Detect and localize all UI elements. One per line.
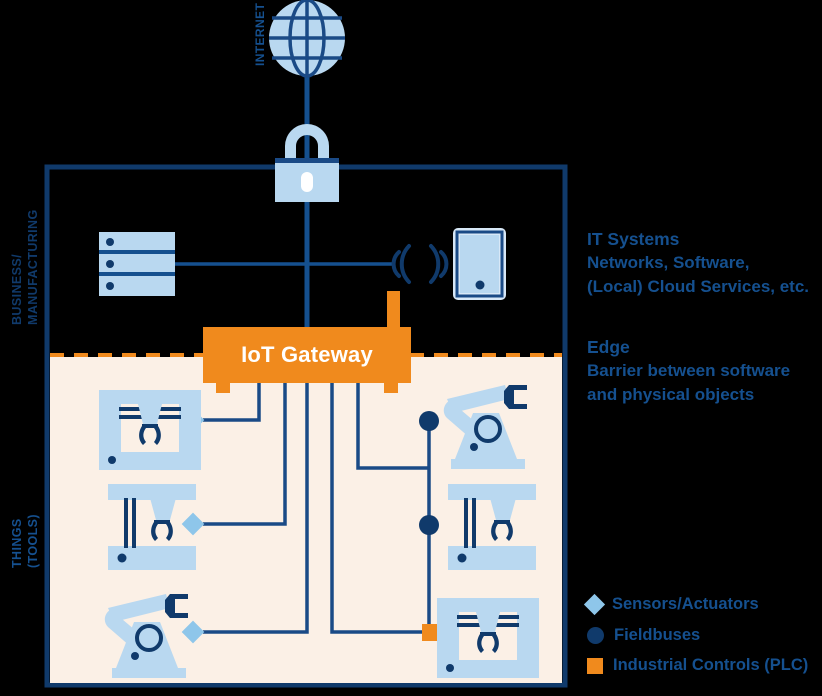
wireless-signal-icon (391, 244, 449, 284)
legend-label-sensors: Sensors/Actuators (612, 595, 759, 613)
diagram-canvas (44, 0, 568, 688)
edge-line-2: and physical objects (587, 385, 755, 404)
business-label-line2: MANUFACTURING (26, 209, 40, 325)
sensors-diamond-icon (583, 593, 606, 616)
plc-marker (422, 624, 439, 641)
legend-item-sensors: Sensors/Actuators (583, 593, 759, 616)
legend-item-fieldbuses: Fieldbuses (587, 626, 700, 645)
edge-heading: Edge (587, 337, 630, 357)
globe-icon (269, 0, 345, 78)
business-label-line1: BUSINESS/ (10, 254, 24, 325)
plc-square-icon (587, 657, 603, 674)
things-label-line1: THINGS (10, 518, 24, 568)
server-rack-icon (99, 232, 175, 296)
it-systems-line-2: (Local) Cloud Services, etc. (587, 277, 810, 296)
fieldbus-circle-icon (587, 627, 604, 644)
it-systems-heading: IT Systems (587, 229, 680, 249)
things-label-line2: (TOOLS) (26, 514, 40, 568)
iot-gateway-label: IoT Gateway (241, 342, 373, 367)
internet-label: INTERNET (253, 2, 267, 66)
legend-label-plc: Industrial Controls (PLC) (613, 656, 809, 674)
iot-architecture-diagram: IoT Gateway INTERNET BUSINESS/ MANUFACTU… (0, 0, 822, 696)
it-systems-line-1: Networks, Software, (587, 253, 750, 272)
legend-item-plc: Industrial Controls (PLC) (587, 656, 808, 675)
tablet-icon (453, 228, 506, 300)
edge-line-1: Barrier between software (587, 361, 791, 380)
legend-label-fieldbuses: Fieldbuses (614, 626, 701, 644)
